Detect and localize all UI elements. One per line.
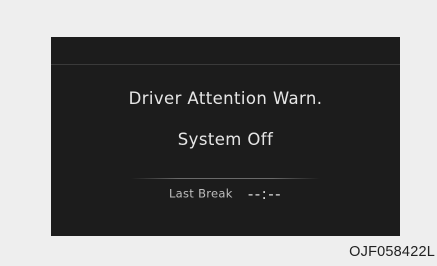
cluster-display-screen: Driver Attention Warn. System Off Last B… (51, 37, 400, 236)
last-break-divider (131, 178, 320, 179)
last-break-row: Last Break --:-- (51, 183, 400, 203)
last-break-time: --:-- (247, 184, 283, 203)
last-break-label: Last Break (168, 186, 233, 201)
warning-message-title: Driver Attention Warn. (128, 89, 323, 108)
display-header-band (51, 37, 400, 65)
warning-message-status: System Off (177, 130, 274, 149)
figure-code: OJF058422L (349, 244, 435, 260)
header-divider (51, 64, 400, 65)
